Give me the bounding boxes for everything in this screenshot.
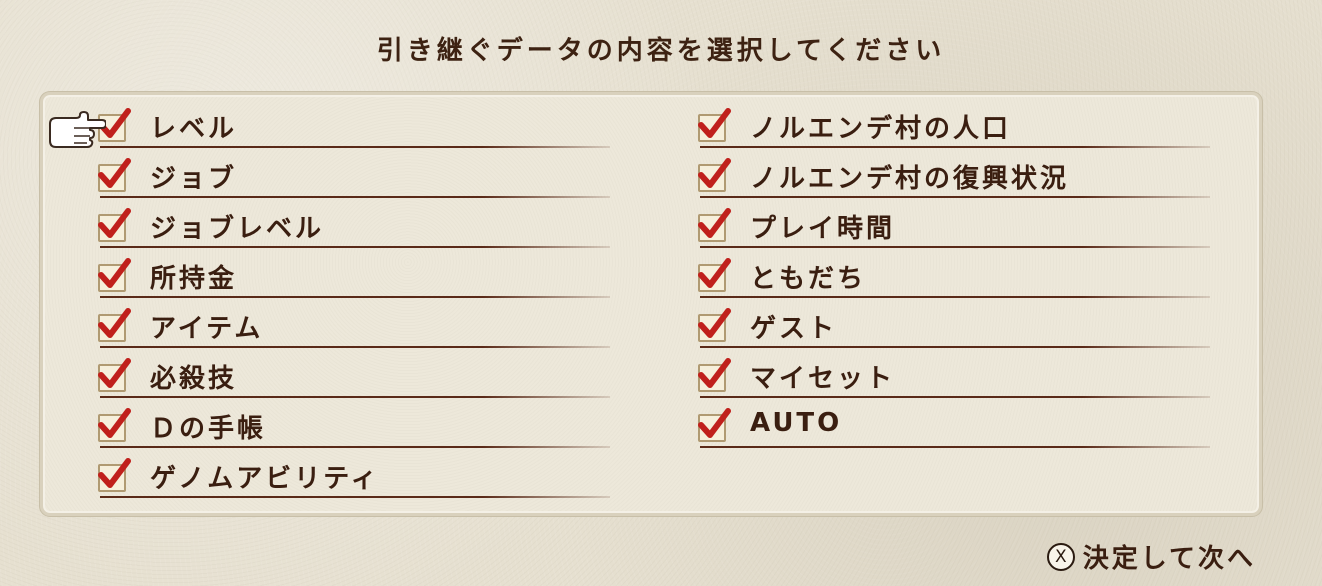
row-divider [700, 196, 1210, 198]
option-friends[interactable]: ともだち [698, 250, 1210, 300]
checkbox[interactable] [98, 208, 131, 242]
row-divider [700, 346, 1210, 348]
option-label: ともだち [750, 264, 867, 294]
right-option-column: ノルエンデ村の人口 ノルエンデ村の復興状況 プレイ時間 ともだち ゲスト マイセ… [698, 100, 1210, 450]
option-play-time[interactable]: プレイ時間 [698, 200, 1210, 250]
option-guest[interactable]: ゲスト [698, 300, 1210, 350]
option-my-set[interactable]: マイセット [698, 350, 1210, 400]
page-title: 引き継ぐデータの内容を選択してください [376, 36, 946, 66]
checkmark-icon [698, 408, 731, 438]
checkmark-icon [98, 158, 131, 188]
checkbox[interactable] [98, 258, 131, 292]
row-divider [700, 396, 1210, 398]
row-divider [100, 446, 610, 448]
row-divider [100, 346, 610, 348]
pointing-hand-icon [46, 110, 107, 150]
option-label: アイテム [150, 314, 264, 344]
option-label: ジョブ [150, 164, 238, 194]
x-button-icon: X [1046, 542, 1075, 571]
confirm-next-button[interactable]: X 決定して次へ [1046, 538, 1256, 575]
row-divider [700, 246, 1210, 248]
checkbox[interactable] [98, 158, 131, 192]
checkbox[interactable] [698, 408, 731, 442]
row-divider [100, 146, 610, 148]
checkmark-icon [698, 308, 731, 338]
option-label: プレイ時間 [750, 214, 896, 244]
checkbox[interactable] [98, 408, 131, 442]
row-divider [100, 246, 610, 248]
option-label: ノルエンデ村の復興状況 [750, 164, 1070, 194]
row-divider [700, 446, 1210, 448]
row-divider [700, 146, 1210, 148]
checkmark-icon [698, 258, 731, 288]
option-label: ノルエンデ村の人口 [750, 114, 1012, 144]
checkmark-icon [98, 208, 131, 238]
row-divider [100, 196, 610, 198]
checkbox[interactable] [98, 358, 131, 392]
checkbox[interactable] [98, 308, 131, 342]
option-label: AUTO [750, 408, 843, 438]
row-divider [700, 296, 1210, 298]
option-norende-reconstruction[interactable]: ノルエンデ村の復興状況 [698, 150, 1210, 200]
option-label: ゲノムアビリティ [150, 464, 380, 494]
option-auto[interactable]: AUTO [698, 400, 1210, 450]
option-label: 所持金 [150, 264, 238, 294]
row-divider [100, 496, 610, 498]
row-divider [100, 396, 610, 398]
checkmark-icon [698, 358, 731, 388]
checkbox[interactable] [698, 258, 731, 292]
option-level[interactable]: レベル [98, 100, 610, 150]
option-label: 必殺技 [150, 364, 238, 394]
checkbox[interactable] [698, 358, 731, 392]
option-job[interactable]: ジョブ [98, 150, 610, 200]
checkmark-icon [98, 258, 131, 288]
checkmark-icon [98, 408, 131, 438]
checkbox[interactable] [698, 158, 731, 192]
option-job-level[interactable]: ジョブレベル [98, 200, 610, 250]
left-option-column: レベル ジョブ ジョブレベル 所持金 アイテム 必殺技 Ｄの手帳 ゲノムアビリテ… [98, 100, 610, 500]
option-norende-population[interactable]: ノルエンデ村の人口 [698, 100, 1210, 150]
confirm-next-label: 決定して次へ [1082, 544, 1256, 574]
option-label: Ｄの手帳 [150, 414, 267, 444]
checkbox[interactable] [698, 308, 731, 342]
option-genome-abilities[interactable]: ゲノムアビリティ [98, 450, 610, 500]
option-money[interactable]: 所持金 [98, 250, 610, 300]
checkmark-icon [98, 308, 131, 338]
checkbox[interactable] [698, 208, 731, 242]
option-label: レベル [150, 114, 238, 144]
checkmark-icon [98, 458, 131, 488]
checkbox[interactable] [698, 108, 731, 142]
checkmark-icon [98, 358, 131, 388]
checkmark-icon [698, 108, 731, 138]
checkmark-icon [698, 158, 731, 188]
option-label: ゲスト [750, 314, 838, 344]
option-items[interactable]: アイテム [98, 300, 610, 350]
option-special-moves[interactable]: 必殺技 [98, 350, 610, 400]
checkmark-icon [698, 208, 731, 238]
option-label: マイセット [750, 364, 896, 394]
checkbox[interactable] [98, 458, 131, 492]
row-divider [100, 296, 610, 298]
option-label: ジョブレベル [150, 214, 325, 244]
option-d-notebook[interactable]: Ｄの手帳 [98, 400, 610, 450]
